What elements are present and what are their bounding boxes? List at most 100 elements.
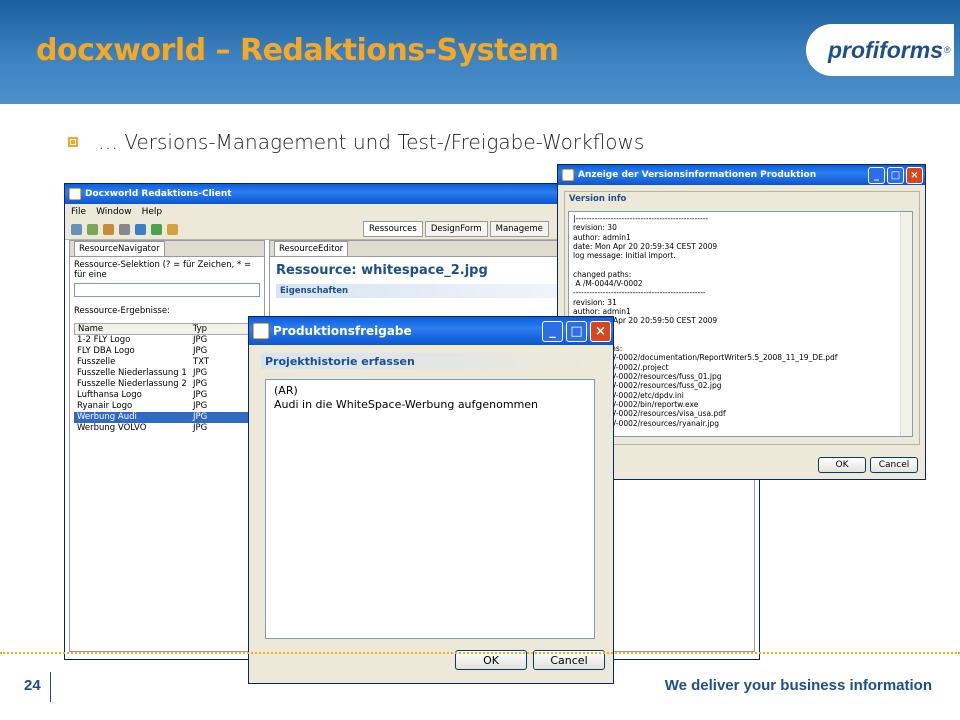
row-name: Lufthansa Logo — [77, 390, 142, 400]
table-row[interactable]: Fusszelle Niederlassung 2 (D)JPG — [74, 379, 260, 390]
table-row-selected[interactable]: Werbung Audi JPG — [74, 412, 260, 423]
projekthistorie-label: Projekthistorie erfassen — [261, 353, 603, 369]
version-log-lines: |---------------------------------------… — [573, 214, 908, 428]
projekthistorie-textarea[interactable]: (AR) Audi in die WhiteSpace-Werbung aufg… — [265, 379, 595, 639]
save-icon[interactable] — [87, 224, 98, 235]
row-name: Fusszelle — [77, 357, 116, 367]
log-line: A /M-0044/V-0002 — [573, 279, 643, 289]
table-row[interactable]: Fusszelle TXT — [74, 357, 260, 368]
footer-divider — [0, 652, 960, 654]
table-row[interactable]: Werbung VOLVO JPG — [74, 423, 260, 434]
version-dialog-title: Anzeige der Versionsinformationen Produk… — [578, 170, 817, 180]
new-icon[interactable] — [71, 224, 82, 235]
log-line: V-0002/resources/fuss_01.jpg — [573, 372, 722, 382]
table-row[interactable]: Ryanair Logo JPG — [74, 401, 260, 412]
minimize-icon[interactable]: _ — [868, 167, 885, 184]
perspective-designform[interactable]: DesignForm — [424, 221, 488, 237]
row-name: Fusszelle Niederlassung 2 (D) — [77, 379, 190, 389]
history-line-2: Audi in die WhiteSpace-Werbung aufgenomm… — [274, 398, 539, 411]
log-line: revision: 30 — [573, 223, 617, 233]
log-line: author: admin1 — [573, 232, 631, 242]
log-line: date: Mon Apr 20 20:59:34 CEST 2009 — [573, 241, 718, 251]
dialog-icon — [562, 169, 574, 181]
dialog-icon — [253, 323, 269, 339]
maximize-icon[interactable]: □ — [566, 321, 587, 342]
results-label: Ressource-Ergebnisse: — [74, 306, 170, 316]
row-name: Werbung VOLVO — [77, 423, 147, 433]
navigator-tabbar: ResourceNavigator — [70, 241, 264, 257]
log-line: V-0002/resources/ryanair.jpg — [573, 418, 719, 428]
prod-dialog-title: Produktionsfreigabe — [273, 324, 412, 338]
log-line: |---------------------------------------… — [573, 214, 709, 223]
log-line: log message: Initial import. — [573, 251, 676, 261]
slide-title: docxworld – Redaktions-System — [36, 33, 559, 68]
menu-help[interactable]: Help — [142, 207, 163, 217]
perspective-management[interactable]: Manageme — [489, 221, 549, 237]
log-line: author: admin1 — [573, 306, 631, 316]
column-name[interactable]: Name — [75, 324, 190, 334]
open-icon[interactable] — [103, 224, 114, 235]
close-icon[interactable]: × — [590, 321, 611, 342]
perspective-switcher: Ressources DesignForm Manageme — [363, 221, 551, 237]
app-icon — [69, 188, 81, 200]
sync-icon[interactable] — [135, 224, 146, 235]
version-cancel-button[interactable]: Cancel — [870, 457, 918, 473]
run-icon[interactable] — [167, 224, 178, 235]
log-line: ----------------------------------------… — [573, 288, 706, 298]
log-line: changed paths: — [573, 269, 632, 279]
table-row[interactable]: FLY DBA Logo JPG — [74, 346, 260, 357]
version-ok-button[interactable]: OK — [818, 457, 866, 473]
results-table-header: Name Typ — [74, 323, 260, 335]
row-name: 1-2 FLY Logo — [77, 335, 131, 345]
log-scrollbar[interactable] — [900, 212, 912, 436]
log-line: V-0002/.project — [573, 362, 669, 372]
prod-dialog-titlebar[interactable]: Produktionsfreigabe _ □ × — [249, 317, 613, 345]
page-number: 24 — [24, 677, 41, 694]
menu-file[interactable]: File — [71, 207, 86, 217]
slide-header: docxworld – Redaktions-System profiforms… — [0, 0, 960, 104]
row-name: Werbung Audi — [77, 412, 137, 422]
table-row[interactable]: Lufthansa Logo JPG — [74, 390, 260, 401]
footer-tagline: We deliver your business information — [664, 677, 932, 694]
tab-resource-navigator[interactable]: ResourceNavigator — [74, 241, 165, 256]
row-name: FLY DBA Logo — [77, 346, 135, 356]
log-line: V-0002/etc/dpdv.ini — [573, 390, 684, 400]
version-log-text[interactable]: |---------------------------------------… — [568, 211, 913, 437]
row-name: Fusszelle Niederlassung 1 — [77, 368, 187, 378]
history-line-1: (AR) — [274, 384, 298, 397]
maximize-icon[interactable]: □ — [887, 167, 904, 184]
table-row[interactable]: 1-2 FLY Logo JPG — [74, 335, 260, 346]
logo-registered-mark: ® — [944, 45, 951, 55]
bullet-item: … Versions-Management und Test-/Freigabe… — [68, 130, 644, 154]
minimize-icon[interactable]: _ — [542, 321, 563, 342]
version-dialog-titlebar[interactable]: Anzeige der Versionsinformationen Produk… — [558, 165, 925, 185]
logo-text: profiforms — [828, 36, 943, 63]
selection-label: Ressource-Selektion (? = für Zeichen, * … — [74, 260, 252, 280]
row-name: Ryanair Logo — [77, 401, 133, 411]
close-icon[interactable]: × — [906, 167, 923, 184]
perspective-ressources[interactable]: Ressources — [363, 221, 423, 237]
table-row[interactable]: Fusszelle Niederlassung 1 JPG — [74, 368, 260, 379]
log-line: revision: 31 — [573, 297, 617, 307]
page-number-bar — [50, 672, 51, 702]
selection-input[interactable] — [74, 283, 260, 297]
version-info-label: Version info — [569, 194, 627, 204]
settings-icon[interactable] — [119, 224, 130, 235]
square-bullet-icon — [68, 137, 78, 147]
log-line: V-0002/resources/visa_usa.pdf — [573, 409, 726, 419]
profiforms-logo: profiforms ® — [806, 24, 954, 76]
log-line: V-0002/resources/fuss_02.jpg — [573, 381, 722, 391]
bullet-text: … Versions-Management und Test-/Freigabe… — [98, 130, 645, 154]
check-icon[interactable] — [151, 224, 162, 235]
tab-resource-editor[interactable]: ResourceEditor — [274, 241, 349, 256]
resource-navigator-panel: ResourceNavigator Ressource-Selektion (?… — [69, 240, 265, 652]
log-line: date: Mon Apr 20 20:59:50 CEST 2009 — [573, 316, 718, 326]
menu-window[interactable]: Window — [96, 207, 132, 217]
client-title: Docxworld Redaktions-Client — [85, 189, 232, 199]
produktionsfreigabe-dialog: Produktionsfreigabe _ □ × Projekthistori… — [248, 316, 614, 684]
log-line: ns: — [611, 344, 623, 354]
log-line: V-0002/documentation/ReportWriter5.5_200… — [573, 353, 838, 363]
